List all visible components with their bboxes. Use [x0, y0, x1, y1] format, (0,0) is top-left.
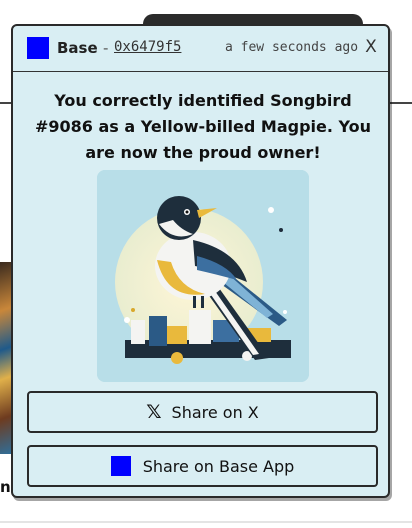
close-button[interactable]: X [360, 36, 382, 58]
songbird-illustration [97, 170, 309, 382]
base-logo-icon [110, 456, 131, 476]
timestamp: a few seconds ago [225, 40, 359, 55]
wallet-address-link[interactable]: 0x6479f5 [114, 39, 181, 55]
share-on-base-app-button[interactable]: Share on Base App [27, 445, 378, 487]
share-on-base-app-label: Share on Base App [142, 456, 295, 476]
close-icon: X [365, 37, 377, 57]
brand-name: Base [57, 39, 98, 57]
share-on-x-button[interactable]: 𝕏 Share on X [27, 391, 378, 433]
page: n Base - 0x6479f5 a few seconds ago X Yo… [0, 0, 412, 528]
share-on-x-label: Share on X [171, 402, 259, 422]
success-toast: Base - 0x6479f5 a few seconds ago X You … [11, 24, 390, 498]
songbird-artwork [97, 170, 309, 382]
toast-message: You correctly identified Songbird #9086 … [35, 91, 372, 162]
toast-header: Base - 0x6479f5 a few seconds ago X [13, 26, 388, 72]
background-text-fragment: n [0, 478, 11, 496]
background-bottom-divider [0, 521, 412, 523]
base-logo-icon [27, 37, 49, 59]
header-separator: - [103, 39, 109, 57]
x-logo-icon: 𝕏 [146, 400, 162, 423]
